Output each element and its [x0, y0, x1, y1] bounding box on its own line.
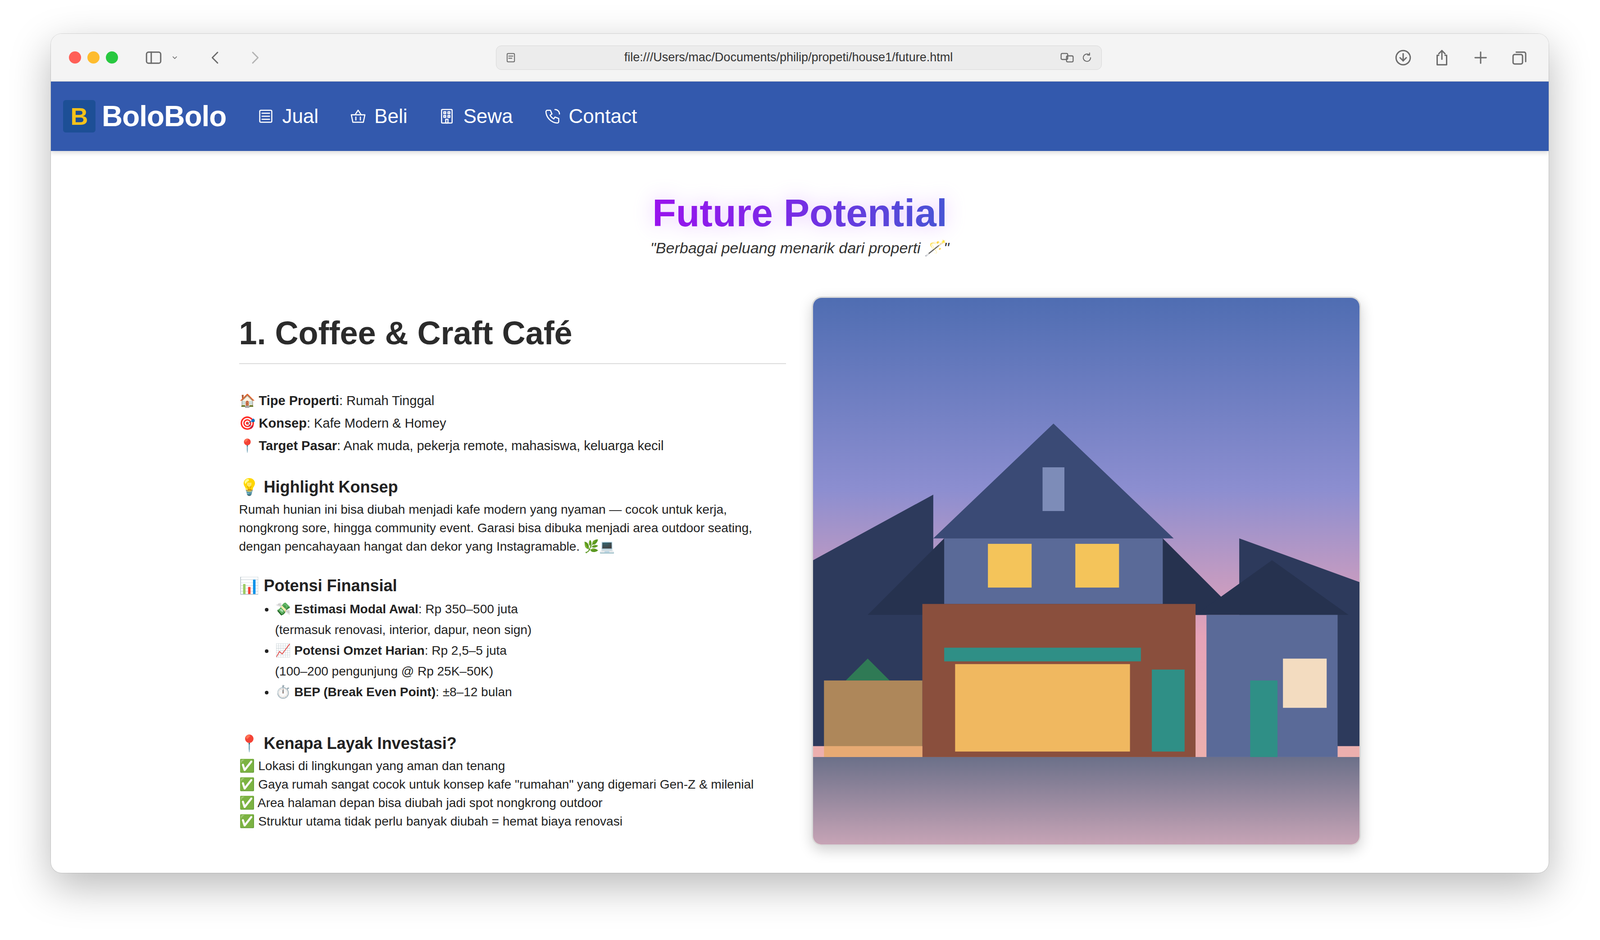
finance-item: 💸 Estimasi Modal Awal: Rp 350–500 juta (t…	[275, 598, 787, 641]
reason-row: ✅ Struktur utama tidak perlu banyak diub…	[239, 811, 787, 831]
basket-icon	[349, 107, 368, 126]
reason-row: ✅ Gaya rumah sangat cocok untuk konsep k…	[239, 774, 787, 794]
heading-icon: 📍	[239, 733, 260, 753]
nav-item[interactable]: Jual	[256, 104, 319, 128]
reason-text: Lokasi di lingkungan yang aman dan tenan…	[258, 758, 505, 773]
finance-label: BEP (Break Even Point)	[294, 684, 436, 699]
heading-text: Kenapa Layak Investasi?	[263, 733, 457, 753]
page-title: Future Potential	[647, 190, 952, 236]
phone-icon	[543, 107, 562, 126]
reason-row: ✅ Area halaman depan bisa diubah jadi sp…	[239, 793, 787, 812]
main-section: 1. Coffee & Craft Café🏠 Tipe Properti: R…	[239, 296, 1361, 846]
finance-list: 💸 Estimasi Modal Awal: Rp 350–500 juta (t…	[239, 598, 787, 703]
subheading: 💡Highlight Konsep	[239, 477, 787, 497]
page-icon	[504, 51, 518, 64]
page-subtitle: "Berbagai peluang menarik dari properti …	[50, 238, 1549, 257]
toolbar-right	[1101, 48, 1529, 68]
nav-label[interactable]: Jual	[281, 104, 319, 128]
subheading: 📍Kenapa Layak Investasi?	[239, 733, 787, 753]
reason-text: Gaya rumah sangat cocok untuk konsep kaf…	[258, 777, 754, 791]
share-icon[interactable]	[1432, 48, 1452, 68]
address-bar[interactable]: file:///Users/mac/Documents/philip/prope…	[495, 45, 1102, 70]
fact-row: 🏠 Tipe Properti: Rumah Tinggal	[239, 389, 787, 412]
nav-item[interactable]: Beli	[349, 104, 408, 128]
logo[interactable]: B	[63, 100, 96, 133]
close-button[interactable]	[68, 51, 82, 64]
finance-value: : Rp 350–500 juta	[418, 601, 519, 616]
building-icon	[437, 107, 456, 126]
subheading: 📊Potensi Finansial	[239, 576, 787, 596]
fact-icon: 🎯	[239, 415, 256, 431]
reason-row: ✅ Lokasi di lingkungan yang aman dan ten…	[239, 756, 787, 775]
brand[interactable]: BBoloBolo	[63, 99, 227, 133]
nav-item[interactable]: Sewa	[437, 104, 513, 128]
fact-list: 🏠 Tipe Properti: Rumah Tinggal🎯 Konsep: …	[239, 389, 787, 457]
minimize-button[interactable]	[87, 51, 100, 64]
navbar: BBoloBolo Jual Beli Sewa Contact	[50, 81, 1549, 151]
browser-window: file:///Users/mac/Documents/philip/prope…	[50, 33, 1549, 873]
page-content: Future Potential "Berbagai peluang menari…	[50, 150, 1549, 873]
details-column: 1. Coffee & Craft Café🏠 Tipe Properti: R…	[239, 296, 787, 846]
finance-note: (100–200 pengunjung @ Rp 25K–50K)	[275, 660, 787, 682]
fact-row: 🎯 Konsep: Kafe Modern & Homey	[239, 411, 787, 435]
fact-value: : Anak muda, pekerja remote, mahasiswa, …	[336, 438, 664, 453]
finance-icon: ⏱️	[275, 684, 291, 699]
highlight-text: Rumah hunian ini bisa diubah menjadi kaf…	[239, 500, 787, 556]
toolbar-left	[68, 48, 496, 68]
finance-value: : ±8–12 bulan	[435, 684, 513, 699]
check-icon: ✅	[239, 777, 255, 791]
section-title: 1. Coffee & Craft Café	[239, 314, 787, 364]
sidebar-icon[interactable]	[144, 48, 164, 68]
heading-text: Highlight Konsep	[263, 477, 399, 497]
check-icon: ✅	[239, 813, 255, 828]
heading-text: Potensi Finansial	[263, 576, 398, 596]
list-icon	[256, 107, 275, 126]
finance-icon: 📈	[275, 643, 291, 658]
finance-value: : Rp 2,5–5 juta	[424, 643, 507, 658]
reload-icon[interactable]	[1080, 51, 1094, 64]
heading-icon: 📊	[239, 576, 260, 596]
finance-label: Potensi Omzet Harian	[294, 643, 425, 658]
brand-name[interactable]: BoloBolo	[101, 99, 227, 133]
check-icon: ✅	[239, 795, 255, 810]
fact-icon: 📍	[239, 438, 256, 453]
zoom-button[interactable]	[105, 51, 119, 64]
forward-icon[interactable]	[245, 48, 264, 67]
reason-text: Area halaman depan bisa diubah jadi spot…	[257, 795, 603, 810]
fact-value: : Kafe Modern & Homey	[306, 415, 446, 431]
fact-row: 📍 Target Pasar: Anak muda, pekerja remot…	[239, 434, 787, 457]
finance-icon: 💸	[275, 601, 291, 616]
cafe-illustration	[811, 296, 1361, 846]
fact-label: Tipe Properti	[259, 393, 340, 408]
browser-toolbar: file:///Users/mac/Documents/philip/prope…	[50, 33, 1549, 82]
finance-item: ⏱️ BEP (Break Even Point): ±8–12 bulan	[275, 681, 787, 703]
translate-icon[interactable]	[1059, 50, 1075, 65]
fact-value: : Rumah Tinggal	[339, 393, 435, 408]
download-icon[interactable]	[1393, 48, 1413, 68]
nav-label[interactable]: Sewa	[463, 104, 513, 128]
url-text[interactable]: file:///Users/mac/Documents/philip/prope…	[523, 50, 1054, 65]
finance-item: 📈 Potensi Omzet Harian: Rp 2,5–5 juta (10…	[275, 640, 787, 682]
new-tab-icon[interactable]	[1471, 48, 1491, 68]
chevron-down-icon[interactable]	[169, 52, 181, 64]
fact-label: Konsep	[259, 415, 307, 431]
nav-label[interactable]: Beli	[374, 104, 408, 128]
nav-label[interactable]: Contact	[568, 104, 638, 128]
finance-label: Estimasi Modal Awal	[294, 601, 419, 616]
tabs-overview-icon[interactable]	[1509, 48, 1529, 68]
nav-item[interactable]: Contact	[543, 104, 638, 128]
fact-icon: 🏠	[239, 393, 256, 408]
finance-note: (termasuk renovasi, interior, dapur, neo…	[275, 619, 787, 641]
fact-label: Target Pasar	[259, 438, 338, 453]
back-icon[interactable]	[206, 48, 225, 67]
heading-icon: 💡	[239, 477, 260, 497]
reason-text: Struktur utama tidak perlu banyak diubah…	[258, 813, 623, 828]
check-icon: ✅	[239, 758, 255, 773]
page-header: Future Potential "Berbagai peluang menari…	[50, 190, 1549, 257]
